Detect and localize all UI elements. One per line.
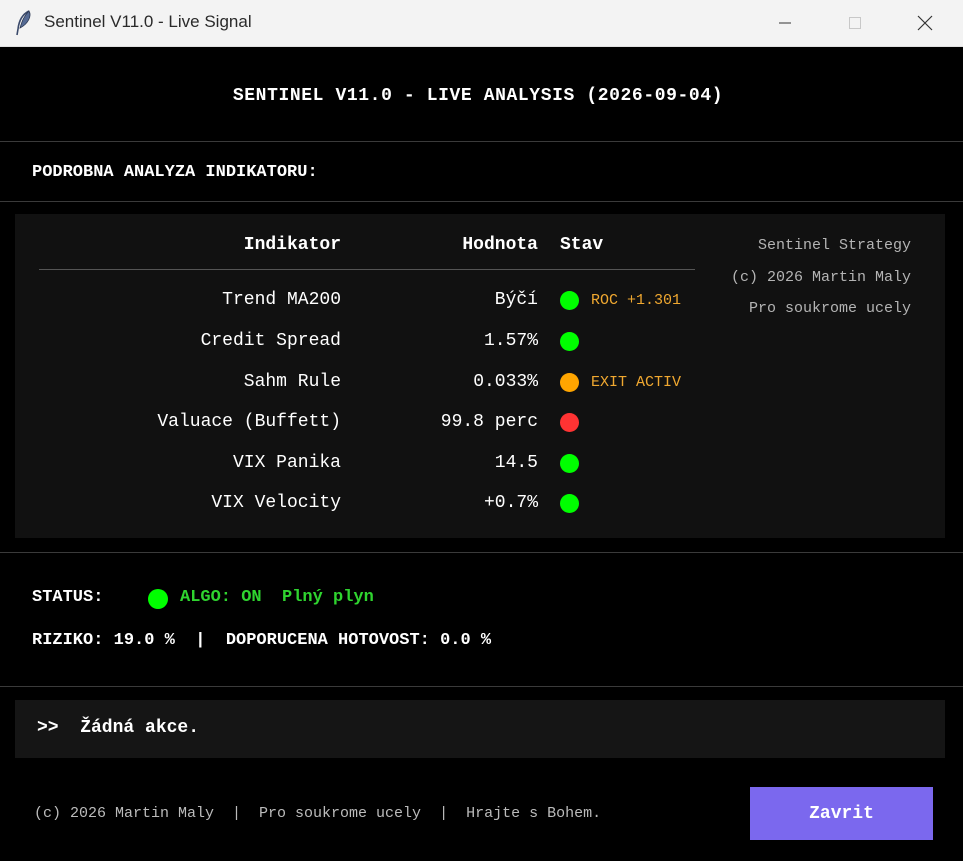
minimize-button[interactable] — [760, 0, 810, 46]
column-header-stav: Stav — [560, 235, 604, 255]
section-title: PODROBNA ANALYZA INDIKATORU: — [32, 163, 318, 182]
indicator-value: 1.57% — [483, 331, 538, 351]
footer-text: (c) 2026 Martin Maly | Pro soukrome ucel… — [34, 805, 602, 822]
column-header-indikator: Indikator — [243, 235, 341, 255]
divider — [0, 686, 963, 687]
strategy-name: Sentinel Strategy — [757, 237, 911, 254]
divider — [0, 141, 963, 142]
status-dot — [560, 413, 579, 432]
indicator-note: EXIT ACTIV — [591, 374, 682, 391]
close-window-button[interactable] — [900, 0, 950, 46]
column-header-hodnota: Hodnota — [462, 235, 538, 255]
window-title: Sentinel V11.0 - Live Signal — [44, 12, 252, 31]
title-bar: Sentinel V11.0 - Live Signal — [0, 0, 963, 47]
indicator-name: VIX Velocity — [211, 493, 341, 513]
indicator-name: Credit Spread — [200, 331, 341, 351]
indicator-value: 0.033% — [473, 372, 538, 392]
indicator-name: Trend MA200 — [222, 290, 341, 310]
status-dot — [560, 494, 579, 513]
indicator-value: +0.7% — [483, 493, 538, 513]
page-title: SENTINEL V11.0 - LIVE ANALYSIS (2026-09-… — [232, 86, 724, 106]
divider — [0, 201, 963, 202]
header-divider — [39, 269, 695, 270]
algo-status-text: ALGO: ON Plný plyn — [180, 588, 374, 607]
indicator-name: Valuace (Buffett) — [157, 412, 341, 432]
risk-summary: RIZIKO: 19.0 % | DOPORUCENA HOTOVOST: 0.… — [32, 631, 492, 650]
maximize-button[interactable] — [830, 0, 880, 46]
usage-note: Pro soukrome ucely — [748, 300, 911, 317]
status-dot — [560, 291, 579, 310]
minimize-icon — [779, 22, 791, 24]
indicator-note: ROC +1.301 — [591, 292, 682, 309]
indicator-value: 99.8 perc — [440, 412, 538, 432]
close-icon — [917, 15, 933, 31]
status-dot — [560, 373, 579, 392]
indicator-value: Býčí — [494, 290, 538, 310]
status-label: STATUS: — [32, 588, 104, 607]
status-indicator-dot — [148, 589, 168, 609]
status-dot — [560, 332, 579, 351]
divider — [0, 552, 963, 553]
copyright-text: (c) 2026 Martin Maly — [730, 269, 911, 286]
action-message: >> Žádná akce. — [37, 718, 200, 738]
indicator-value: 14.5 — [494, 453, 538, 473]
feather-icon — [14, 10, 34, 36]
indicator-name: VIX Panika — [232, 453, 341, 473]
status-dot — [560, 454, 579, 473]
maximize-icon — [849, 17, 861, 29]
indicator-name: Sahm Rule — [243, 372, 341, 392]
close-button[interactable]: Zavrit — [750, 787, 933, 840]
